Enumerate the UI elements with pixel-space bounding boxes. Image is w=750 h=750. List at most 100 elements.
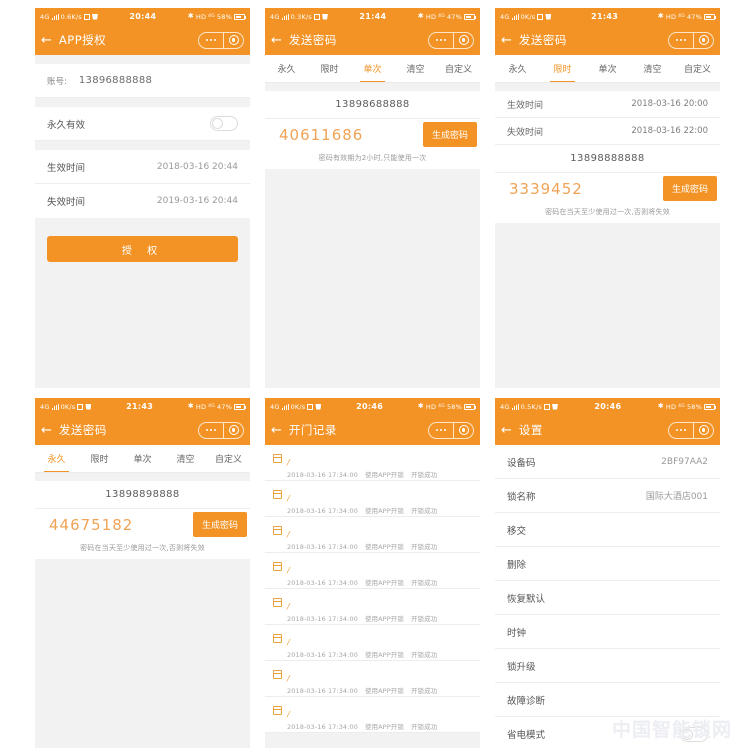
settings-item-label: 故障诊断 (507, 695, 546, 707)
row-value: 2018-03-16 20:44 (156, 161, 238, 172)
record-body: / 2018-03-16 17:34:00 使用APP开锁 开锁成功 (287, 486, 472, 516)
tab-permanent[interactable]: 永久 (495, 55, 540, 82)
record-time: 2018-03-16 17:34:00 (287, 651, 358, 659)
status-clock: 21:43 (591, 12, 619, 21)
tab-custom[interactable]: 自定义 (437, 55, 480, 82)
target-circle-icon[interactable] (454, 33, 473, 48)
settings-item-restore-default[interactable]: 恢复默认 (495, 581, 720, 615)
tab-permanent[interactable]: 永久 (265, 55, 308, 82)
settings-item-delete[interactable]: 删除 (495, 547, 720, 581)
permanent-valid-toggle[interactable] (210, 116, 238, 131)
status-clock: 20:44 (129, 12, 157, 21)
more-dots-icon[interactable] (199, 32, 224, 48)
password-hint: 密码在当天至少使用过一次,否则将失效 (495, 204, 720, 223)
network-type-label: 4G (270, 402, 280, 411)
calendar-icon (272, 526, 283, 535)
list-item[interactable]: / 2018-03-16 17:34:00 使用APP开锁 开锁成功 (265, 481, 480, 517)
settings-item-transfer[interactable]: 移交 (495, 513, 720, 547)
more-dots-icon[interactable] (429, 32, 454, 48)
record-time: 2018-03-16 17:34:00 (287, 723, 358, 731)
record-action: 使用APP开锁 (364, 651, 404, 659)
tab-timed[interactable]: 限时 (78, 445, 121, 472)
battery-icon (464, 13, 476, 20)
phone-number-input[interactable]: 13898898888 (35, 481, 250, 509)
settings-item-label: 移交 (507, 525, 527, 537)
generate-password-button[interactable]: 生成密码 (662, 176, 717, 201)
nav-actions (428, 421, 474, 439)
tab-custom[interactable]: 自定义 (207, 445, 250, 472)
row-start-time[interactable]: 生效时间 2018-03-16 20:00 (495, 91, 720, 118)
tab-single[interactable]: 单次 (585, 55, 630, 82)
more-dots-icon[interactable] (669, 32, 694, 48)
row-label: 生效时间 (507, 100, 544, 111)
target-circle-icon[interactable] (694, 33, 713, 48)
calendar-icon (272, 634, 283, 643)
section-gap (35, 141, 250, 150)
code-line: 44675182 生成密码 (35, 509, 250, 540)
network-type-2-label: 4G (208, 14, 215, 19)
tab-single[interactable]: 单次 (351, 55, 394, 82)
list-item[interactable]: / 2018-03-16 17:34:00 使用APP开锁 开锁成功 (265, 697, 480, 733)
settings-item-clock[interactable]: 时钟 (495, 615, 720, 649)
list-item[interactable]: / 2018-03-16 17:34:00 使用APP开锁 开锁成功 (265, 625, 480, 661)
row-end-time[interactable]: 失效时间 2018-03-16 22:00 (495, 118, 720, 145)
tab-permanent[interactable]: 永久 (35, 445, 78, 472)
settings-item-device-code[interactable]: 设备码 2BF97AA2 (495, 445, 720, 479)
settings-list: 设备码 2BF97AA2 锁名称 国际大酒店001 移交 删除 恢复默认 时钟 (495, 445, 720, 748)
phone-number-input[interactable]: 13898688888 (265, 91, 480, 119)
back-arrow-icon[interactable]: ← (501, 34, 512, 47)
target-circle-icon[interactable] (224, 33, 243, 48)
phone-number-input[interactable]: 13898888888 (495, 145, 720, 173)
target-circle-icon[interactable] (454, 423, 473, 438)
battery-percent-label: 58% (216, 12, 232, 21)
back-arrow-icon[interactable]: ← (41, 424, 52, 437)
tab-timed[interactable]: 限时 (308, 55, 351, 82)
authorize-button[interactable]: 授 权 (47, 236, 238, 262)
signal-bars-icon (281, 13, 289, 20)
tab-single[interactable]: 单次 (121, 445, 164, 472)
row-start-time[interactable]: 生效时间 2018-03-16 20:44 (35, 150, 250, 184)
settings-item-fault-diagnosis[interactable]: 故障诊断 (495, 683, 720, 717)
record-body: / 2018-03-16 17:34:00 使用APP开锁 开锁成功 (287, 702, 472, 732)
nav-bar: ← 设置 (495, 415, 720, 445)
more-dots-icon[interactable] (669, 422, 694, 438)
back-arrow-icon[interactable]: ← (271, 424, 282, 437)
account-value: 13896888888 (78, 75, 153, 86)
list-item[interactable]: / 2018-03-16 17:34:00 使用APP开锁 开锁成功 (265, 517, 480, 553)
list-item[interactable]: / 2018-03-16 17:34:00 使用APP开锁 开锁成功 (265, 445, 480, 481)
settings-item-lock-upgrade[interactable]: 锁升级 (495, 649, 720, 683)
back-arrow-icon[interactable]: ← (41, 34, 52, 47)
generate-password-button[interactable]: 生成密码 (192, 512, 247, 537)
generate-password-button[interactable]: 生成密码 (422, 122, 477, 147)
network-type-2-label: 4G (438, 404, 445, 409)
list-item[interactable]: / 2018-03-16 17:34:00 使用APP开锁 开锁成功 (265, 661, 480, 697)
target-circle-icon[interactable] (694, 423, 713, 438)
status-bar: 4G 0K/s 21:43 ✱ HD 4G 47% (35, 398, 250, 415)
record-body: / 2018-03-16 17:34:00 使用APP开锁 开锁成功 (287, 666, 472, 696)
password-type-tabs: 永久 限时 单次 清空 自定义 (265, 55, 480, 83)
row-permanent-valid[interactable]: 永久有效 (35, 107, 250, 141)
tab-clear[interactable]: 清空 (164, 445, 207, 472)
list-item[interactable]: / 2018-03-16 17:34:00 使用APP开锁 开锁成功 (265, 589, 480, 625)
record-result: 开锁成功 (410, 543, 438, 551)
more-dots-icon[interactable] (429, 422, 454, 438)
tab-timed[interactable]: 限时 (540, 55, 585, 82)
tab-custom[interactable]: 自定义 (675, 55, 720, 82)
status-left: 4G 0.6K/s (40, 13, 98, 21)
tab-clear[interactable]: 清空 (630, 55, 675, 82)
tab-clear[interactable]: 清空 (394, 55, 437, 82)
record-time: 2018-03-16 17:34:00 (287, 543, 358, 551)
password-hint: 密码在当天至少使用过一次,否则将失效 (35, 540, 250, 559)
status-bar: 4G 0K/s 20:46 ✱ HD 4G 58% (265, 398, 480, 415)
record-detail: 2018-03-16 17:34:00 使用APP开锁 开锁成功 (287, 649, 472, 659)
back-arrow-icon[interactable]: ← (271, 34, 282, 47)
record-action: 使用APP开锁 (364, 687, 404, 695)
target-circle-icon[interactable] (224, 423, 243, 438)
row-end-time[interactable]: 失效时间 2019-03-16 20:44 (35, 184, 250, 218)
more-dots-icon[interactable] (199, 422, 224, 438)
back-arrow-icon[interactable]: ← (501, 424, 512, 437)
settings-item-lock-name[interactable]: 锁名称 国际大酒店001 (495, 479, 720, 513)
status-bar: 4G 0.6K/s 20:44 ✱ HD 4G 58% (35, 8, 250, 25)
account-row[interactable]: 账号: 13896888888 (35, 64, 250, 98)
list-item[interactable]: / 2018-03-16 17:34:00 使用APP开锁 开锁成功 (265, 553, 480, 589)
